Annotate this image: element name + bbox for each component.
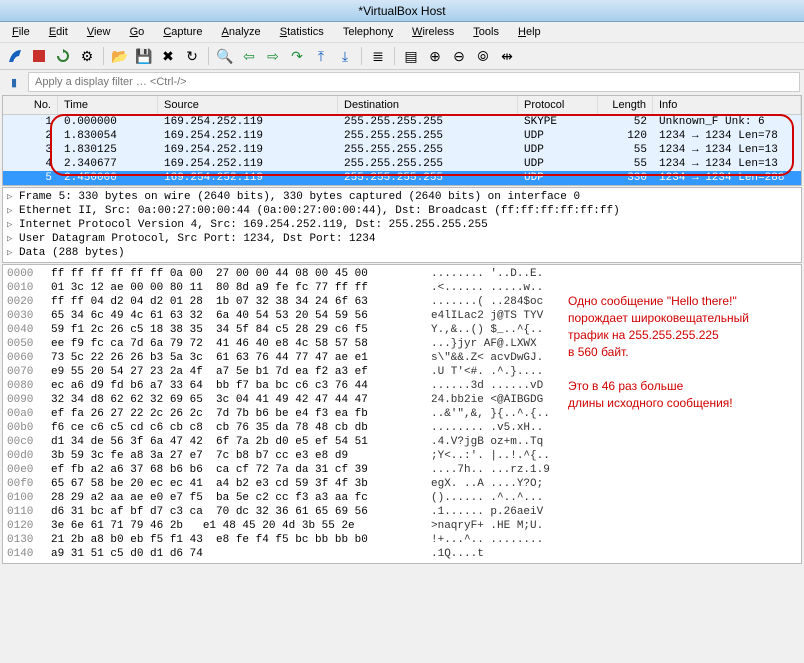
go-last-icon[interactable]: ⤓	[334, 45, 356, 67]
packet-details-pane: Frame 5: 330 bytes on wire (2640 bits), …	[2, 187, 802, 263]
packet-row[interactable]: 42.340677169.254.252.119255.255.255.255U…	[3, 157, 801, 171]
hex-row[interactable]: 0000ff ff ff ff ff ff 0a 00 27 00 00 44 …	[7, 267, 797, 281]
menu-view[interactable]: View	[79, 24, 119, 40]
detail-line[interactable]: Data (288 bytes)	[5, 246, 799, 260]
filter-toolbar: ▮	[0, 70, 804, 94]
menu-analyze[interactable]: Analyze	[214, 24, 269, 40]
zoom-in-icon[interactable]: ⊕	[424, 45, 446, 67]
open-file-icon[interactable]: 📂	[109, 45, 131, 67]
save-file-icon[interactable]: 💾	[133, 45, 155, 67]
col-length[interactable]: Length	[598, 96, 653, 114]
hex-row[interactable]: 0140a9 31 51 c5 d0 d1 d6 74 .1Q....t	[7, 547, 797, 561]
go-first-icon[interactable]: ⤒	[310, 45, 332, 67]
packet-list-pane: No. Time Source Destination Protocol Len…	[2, 95, 802, 186]
packet-row[interactable]: 31.830125169.254.252.119255.255.255.255U…	[3, 143, 801, 157]
go-forward-icon[interactable]: ⇨	[262, 45, 284, 67]
hex-row[interactable]: 01203e 6e 61 71 79 46 2b e1 48 45 20 4d …	[7, 519, 797, 533]
filter-bookmark-icon[interactable]: ▮	[4, 72, 24, 92]
autoscroll-icon[interactable]: ≣	[367, 45, 389, 67]
hex-row[interactable]: 00f065 67 58 be 20 ec ec 41 a4 b2 e3 cd …	[7, 477, 797, 491]
menu-help[interactable]: Help	[510, 24, 549, 40]
hex-row[interactable]: 00c0d1 34 de 56 3f 6a 47 42 6f 7a 2b d0 …	[7, 435, 797, 449]
menu-statistics[interactable]: Statistics	[272, 24, 332, 40]
menu-edit[interactable]: Edit	[41, 24, 76, 40]
packet-bytes-pane: Одно сообщение "Hello there!" порождает …	[2, 264, 802, 564]
capture-options-icon[interactable]: ⚙	[76, 45, 98, 67]
packet-list-header: No. Time Source Destination Protocol Len…	[3, 96, 801, 115]
detail-line[interactable]: User Datagram Protocol, Src Port: 1234, …	[5, 232, 799, 246]
close-file-icon[interactable]: ✖	[157, 45, 179, 67]
packet-row[interactable]: 10.000000169.254.252.119255.255.255.255S…	[3, 115, 801, 129]
hex-row[interactable]: 00d03b 59 3c fe a8 3a 27 e7 7c b8 b7 cc …	[7, 449, 797, 463]
go-back-icon[interactable]: ⇦	[238, 45, 260, 67]
hex-row[interactable]: 00b0f6 ce c6 c5 cd c6 cb c8 cb 76 35 da …	[7, 421, 797, 435]
hex-row[interactable]: 00e0ef fb a2 a6 37 68 b6 b6 ca cf 72 7a …	[7, 463, 797, 477]
hex-row[interactable]: 0110d6 31 bc af bf d7 c3 ca 70 dc 32 36 …	[7, 505, 797, 519]
menu-wireless[interactable]: Wireless	[404, 24, 462, 40]
resize-columns-icon[interactable]: ⇹	[496, 45, 518, 67]
packet-row[interactable]: 52.450000169.254.252.119255.255.255.255U…	[3, 171, 801, 185]
display-filter-input[interactable]	[28, 72, 800, 92]
go-to-packet-icon[interactable]: ↷	[286, 45, 308, 67]
hex-row[interactable]: 010028 29 a2 aa ae e0 e7 f5 ba 5e c2 cc …	[7, 491, 797, 505]
menu-telephony[interactable]: Telephony	[335, 24, 401, 40]
detail-line[interactable]: Ethernet II, Src: 0a:00:27:00:00:44 (0a:…	[5, 204, 799, 218]
reload-icon[interactable]: ↻	[181, 45, 203, 67]
shark-fin-icon[interactable]	[4, 45, 26, 67]
col-info[interactable]: Info	[653, 96, 801, 114]
stop-capture-icon[interactable]	[28, 45, 50, 67]
menubar: File Edit View Go Capture Analyze Statis…	[0, 22, 804, 43]
col-time[interactable]: Time	[58, 96, 158, 114]
menu-go[interactable]: Go	[122, 24, 153, 40]
main-toolbar: ⚙ 📂 💾 ✖ ↻ 🔍 ⇦ ⇨ ↷ ⤒ ⤓ ≣ ▤ ⊕ ⊖ ⦾ ⇹	[0, 43, 804, 70]
coloring-icon[interactable]: ▤	[400, 45, 422, 67]
menu-tools[interactable]: Tools	[465, 24, 507, 40]
find-icon[interactable]: 🔍	[214, 45, 236, 67]
col-protocol[interactable]: Protocol	[518, 96, 598, 114]
col-source[interactable]: Source	[158, 96, 338, 114]
detail-line[interactable]: Frame 5: 330 bytes on wire (2640 bits), …	[5, 190, 799, 204]
zoom-out-icon[interactable]: ⊖	[448, 45, 470, 67]
detail-line[interactable]: Internet Protocol Version 4, Src: 169.25…	[5, 218, 799, 232]
menu-file[interactable]: File	[4, 24, 38, 40]
menu-capture[interactable]: Capture	[155, 24, 210, 40]
restart-capture-icon[interactable]	[52, 45, 74, 67]
zoom-reset-icon[interactable]: ⦾	[472, 45, 494, 67]
hex-row[interactable]: 013021 2b a8 b0 eb f5 f1 43 e8 fe f4 f5 …	[7, 533, 797, 547]
window-titlebar: *VirtualBox Host	[0, 0, 804, 22]
annotation-text: Одно сообщение "Hello there!" порождает …	[568, 293, 749, 412]
col-destination[interactable]: Destination	[338, 96, 518, 114]
col-no[interactable]: No.	[3, 96, 58, 114]
window-title: *VirtualBox Host	[358, 4, 445, 18]
packet-row[interactable]: 21.830054169.254.252.119255.255.255.255U…	[3, 129, 801, 143]
